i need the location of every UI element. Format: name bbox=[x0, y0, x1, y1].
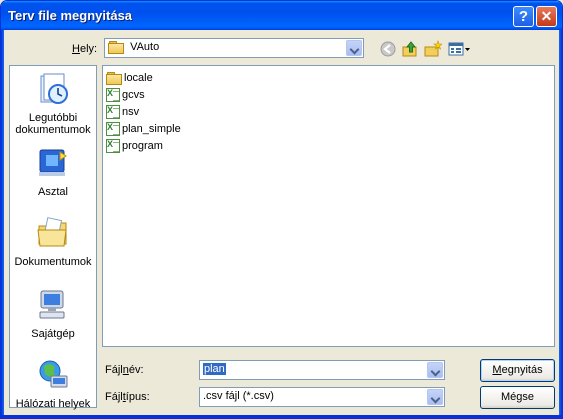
up-folder-icon[interactable] bbox=[401, 40, 419, 58]
place-label: Dokumentumok bbox=[14, 256, 92, 268]
filetype-label: Fájltípus: bbox=[105, 391, 150, 403]
file-name: gcvs bbox=[122, 89, 145, 101]
open-button[interactable]: Megnyitás bbox=[480, 359, 555, 382]
chevron-down-icon[interactable] bbox=[427, 389, 443, 405]
look-in-label: Hely: bbox=[72, 43, 98, 55]
filename-label: Fájlnév: bbox=[105, 364, 144, 376]
list-item-file[interactable]: nsv bbox=[106, 104, 139, 120]
filetype-dropdown[interactable]: .csv fájl (*.csv) bbox=[199, 387, 445, 407]
chevron-down-icon[interactable] bbox=[346, 40, 362, 56]
title-bar[interactable]: Terv file megnyitása ? ✕ bbox=[1, 1, 562, 30]
recent-documents-icon bbox=[40, 73, 68, 104]
place-desktop[interactable]: Asztal bbox=[10, 146, 96, 198]
csv-file-icon bbox=[106, 122, 120, 137]
places-bar: Legutóbbi dokumentumok Asztal Dokumentum… bbox=[9, 65, 97, 410]
place-recent-documents[interactable]: Legutóbbi dokumentumok bbox=[10, 72, 96, 136]
look-in-dropdown[interactable]: VAuto bbox=[104, 38, 364, 58]
place-my-computer[interactable]: Sajátgép bbox=[10, 288, 96, 340]
filename-value[interactable]: plan bbox=[203, 363, 226, 375]
back-icon[interactable] bbox=[379, 40, 397, 58]
window-frame-bottom bbox=[1, 415, 562, 418]
csv-file-icon bbox=[106, 105, 120, 120]
look-in-value-wrap: VAuto bbox=[108, 41, 160, 55]
place-label: Sajátgép bbox=[31, 328, 75, 340]
folder-icon bbox=[108, 41, 124, 55]
file-name: program bbox=[122, 140, 163, 152]
window-frame-left bbox=[1, 30, 4, 418]
filename-value-wrap: plan bbox=[203, 363, 226, 375]
chevron-down-icon[interactable] bbox=[427, 362, 443, 378]
file-name: locale bbox=[124, 72, 153, 84]
window-title: Terv file megnyitása bbox=[8, 8, 133, 23]
new-folder-icon[interactable] bbox=[424, 40, 442, 58]
view-menu-icon[interactable] bbox=[448, 40, 472, 58]
filetype-value: .csv fájl (*.csv) bbox=[203, 390, 274, 402]
list-item-file[interactable]: gcvs bbox=[106, 87, 145, 103]
close-button[interactable]: ✕ bbox=[536, 6, 557, 27]
place-my-documents[interactable]: Dokumentumok bbox=[10, 216, 96, 268]
file-name: plan_simple bbox=[122, 123, 181, 135]
place-network[interactable]: Hálózati helyek bbox=[10, 358, 96, 410]
folder-icon bbox=[106, 72, 122, 86]
cancel-button[interactable]: Mégse bbox=[480, 386, 555, 409]
csv-file-icon bbox=[106, 88, 120, 103]
network-places-icon bbox=[39, 360, 68, 388]
filename-field[interactable]: plan bbox=[199, 360, 445, 380]
window-frame-right bbox=[559, 30, 562, 418]
place-label: Legutóbbi dokumentumok bbox=[15, 112, 91, 136]
list-item-folder[interactable]: locale bbox=[106, 70, 153, 86]
list-item-file[interactable]: program bbox=[106, 138, 163, 154]
place-label: Hálózati helyek bbox=[15, 398, 91, 410]
list-item-file[interactable]: plan_simple bbox=[106, 121, 181, 137]
my-documents-icon bbox=[37, 217, 67, 247]
desktop-icon bbox=[39, 149, 67, 176]
file-name: nsv bbox=[122, 106, 140, 118]
csv-file-icon bbox=[106, 139, 120, 154]
look-in-value: VAuto bbox=[130, 41, 160, 53]
my-computer-icon bbox=[39, 290, 65, 319]
place-label: Asztal bbox=[38, 186, 68, 198]
file-list[interactable]: locale gcvs nsv plan_simple program bbox=[102, 65, 555, 347]
open-file-dialog: Terv file megnyitása ? ✕ Hely: VAuto Leg… bbox=[0, 0, 563, 419]
help-button[interactable]: ? bbox=[513, 6, 534, 27]
